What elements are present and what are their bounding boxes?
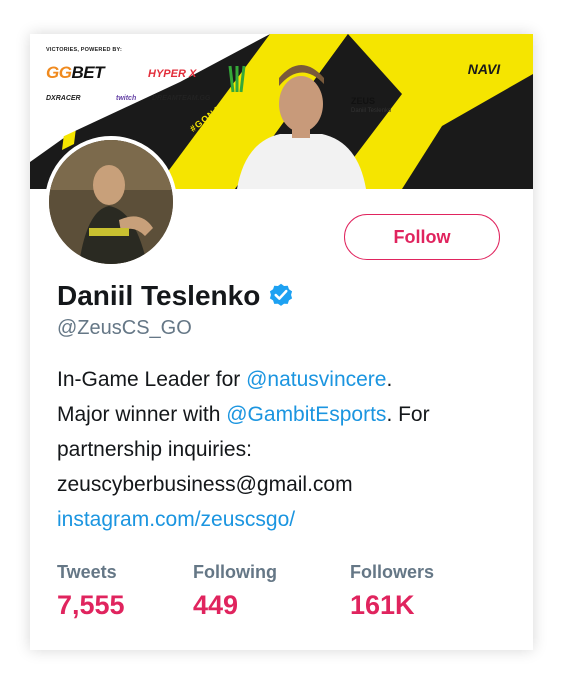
- banner-player-full-name: Daniil Teslenko: [351, 108, 392, 114]
- dxracer-logo: DXRACER: [46, 95, 81, 102]
- navi-logo: NAVI: [468, 61, 502, 77]
- bio-text: . For: [386, 403, 430, 426]
- stat-label: Followers: [350, 562, 435, 582]
- stat-label: Following: [193, 562, 277, 582]
- banner-player-name: ZEUS: [351, 96, 376, 106]
- bio-instagram-link[interactable]: instagram.com/zeuscsgo/: [57, 508, 295, 531]
- mention-natusvincere-link[interactable]: @natusvincere: [246, 368, 386, 391]
- user-handle[interactable]: @ZeusCS_GO: [57, 317, 192, 340]
- stat-followers[interactable]: Followers 161K: [350, 562, 434, 621]
- dreamteam-logo: DREAMTEAM.GG: [152, 95, 211, 102]
- profile-bio: In-Game Leader for @natusvincere. Major …: [57, 362, 517, 537]
- monster-energy-logo: [228, 65, 246, 93]
- stat-tweets[interactable]: Tweets 7,555: [57, 562, 125, 621]
- follow-button[interactable]: Follow: [344, 214, 500, 260]
- stat-value: 161K: [350, 590, 415, 620]
- hyperx-logo: HYPER X: [148, 68, 197, 80]
- profile-card: VICTORIES, POWERED BY: GGBET HYPER X DXR…: [30, 34, 533, 650]
- stat-following[interactable]: Following 449: [193, 562, 277, 621]
- stat-label: Tweets: [57, 562, 117, 582]
- stat-value: 449: [193, 590, 239, 620]
- profile-avatar[interactable]: [45, 136, 177, 268]
- stat-value: 7,555: [57, 590, 125, 620]
- display-name-row: Daniil Teslenko: [57, 280, 295, 312]
- display-name[interactable]: Daniil Teslenko: [57, 280, 260, 312]
- svg-text:NAVI: NAVI: [468, 61, 502, 77]
- bio-text: partnership inquiries:: [57, 438, 252, 461]
- bio-text: Major winner with: [57, 403, 227, 426]
- mention-gambitesports-link[interactable]: @GambitEsports: [226, 403, 386, 426]
- avatar-photo: [49, 140, 173, 264]
- bio-text: In-Game Leader for: [57, 368, 247, 391]
- bio-text: .: [386, 368, 393, 391]
- bio-email: zeuscyberbusiness@gmail.com: [57, 473, 353, 496]
- verified-badge-icon: [270, 283, 293, 306]
- twitch-logo: twitch: [116, 95, 137, 102]
- sponsor-caption: VICTORIES, POWERED BY:: [46, 47, 123, 53]
- ggbet-logo: GGBET: [46, 63, 104, 82]
